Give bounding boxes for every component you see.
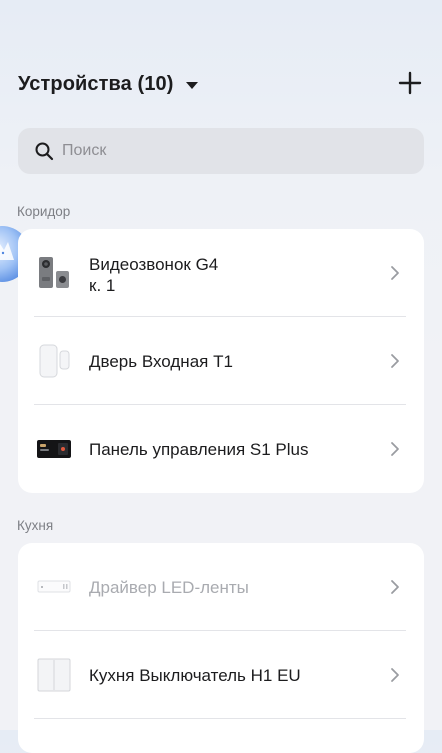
device-name: Панель управления S1 Plus (89, 440, 309, 459)
device-row-door-sensor[interactable]: Дверь Входная T1 (18, 317, 424, 405)
wall-switch-icon (34, 655, 74, 695)
section-label-kitchen: Кухня (17, 518, 54, 533)
search-input[interactable] (62, 142, 382, 160)
device-row-wall-switch[interactable]: Кухня Выключатель H1 EU (18, 631, 424, 719)
device-card-kitchen: Драйвер LED-ленты Кухня Выключатель H1 E… (18, 543, 424, 753)
divider (34, 718, 406, 719)
control-panel-icon (34, 429, 74, 469)
device-row-video-doorbell[interactable]: Видеозвонок G4 к. 1 (18, 229, 424, 317)
caret-down-icon (185, 81, 198, 89)
devices-header-dropdown[interactable]: Устройства (10) (18, 70, 198, 98)
device-name-line2: к. 1 (89, 276, 116, 295)
add-device-button[interactable] (398, 71, 422, 95)
device-row-control-panel[interactable]: Панель управления S1 Plus (18, 405, 424, 493)
led-driver-icon (34, 567, 74, 607)
search-bar[interactable] (18, 128, 424, 174)
device-name: Кухня Выключатель H1 EU (89, 666, 301, 685)
chevron-right-icon (391, 266, 399, 280)
page-title: Устройства (10) (18, 72, 174, 95)
section-label-corridor: Коридор (17, 204, 71, 219)
device-name: Дверь Входная T1 (89, 352, 233, 371)
device-name: Видеозвонок G4 к. 1 (89, 254, 218, 296)
door-sensor-icon (34, 341, 74, 381)
chevron-right-icon (391, 668, 399, 682)
chevron-right-icon (391, 580, 399, 594)
chevron-right-icon (391, 442, 399, 456)
device-name-line1: Видеозвонок G4 (89, 255, 219, 274)
video-doorbell-icon (34, 253, 74, 293)
chevron-right-icon (391, 354, 399, 368)
device-name: Драйвер LED-ленты (89, 578, 249, 597)
plus-icon (398, 71, 422, 95)
search-icon (35, 142, 54, 161)
device-card-corridor: Видеозвонок G4 к. 1 Дверь Входная T1 Пан… (18, 229, 424, 493)
device-row-led-driver[interactable]: Драйвер LED-ленты (18, 543, 424, 631)
